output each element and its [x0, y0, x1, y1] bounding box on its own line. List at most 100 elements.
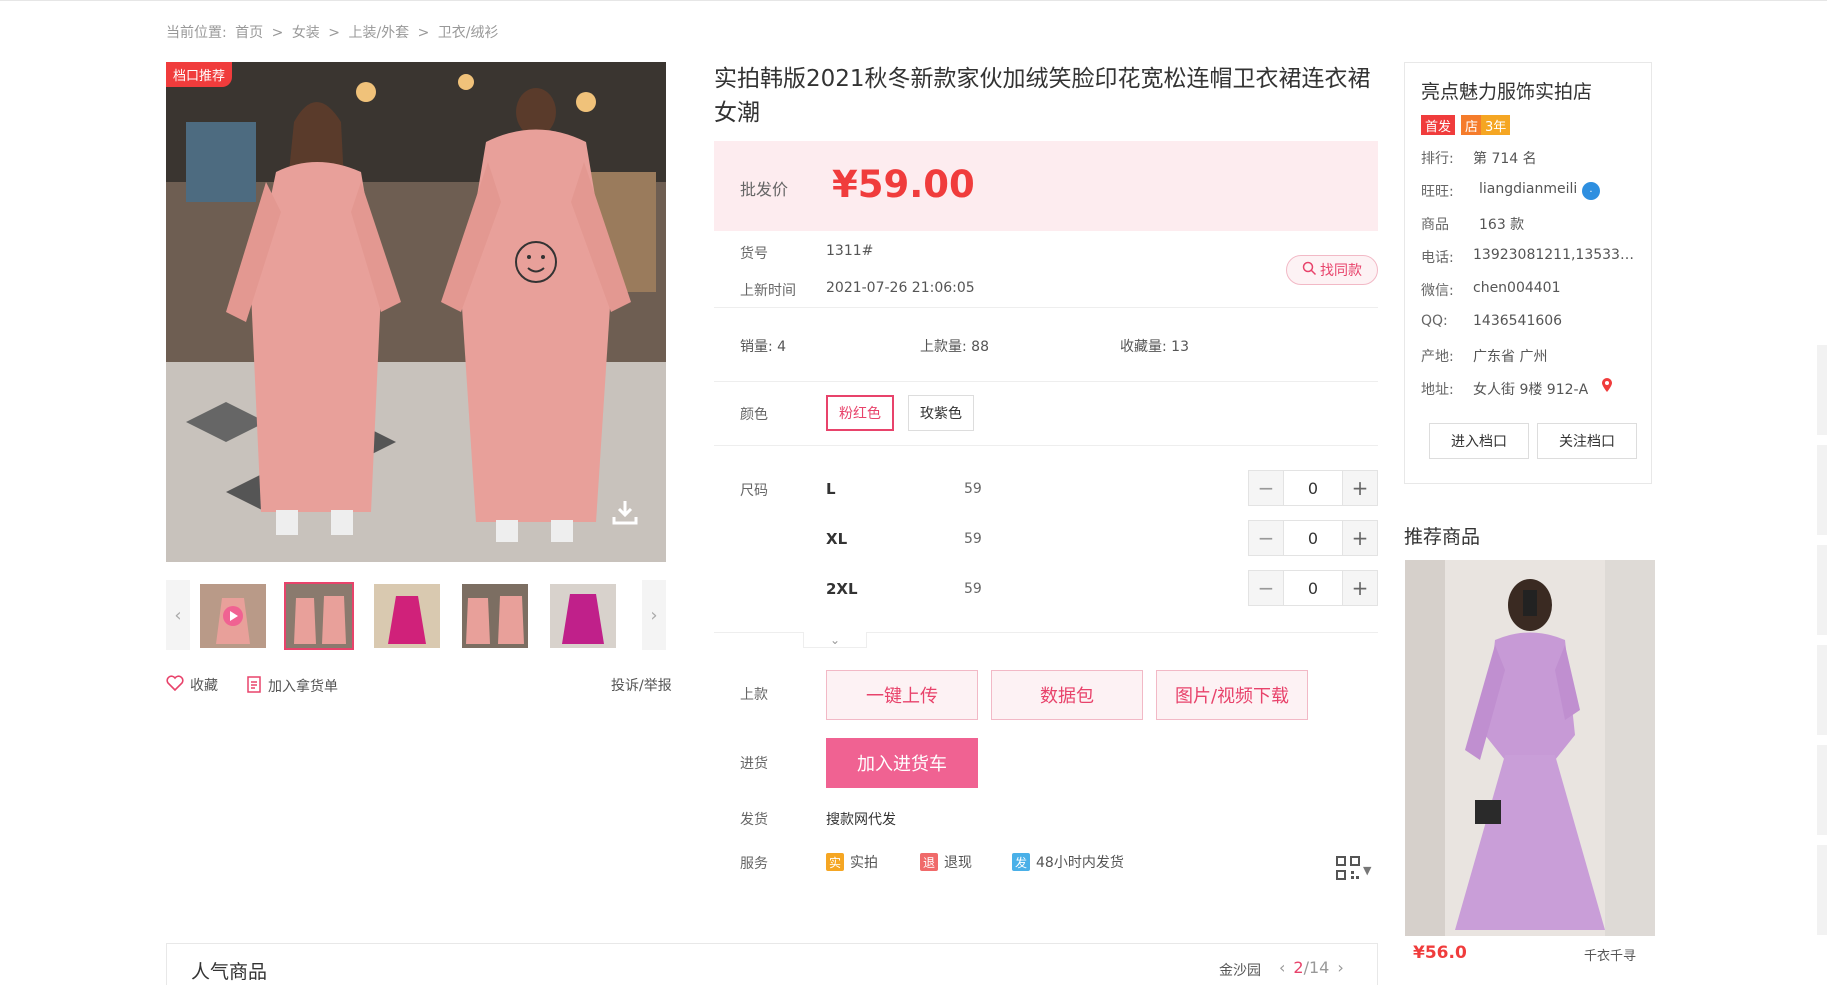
upload-label: 上款	[740, 687, 768, 703]
breadcrumb-home[interactable]: 首页	[235, 25, 263, 41]
purchase-label: 进货	[740, 756, 768, 772]
size-name: 2XL	[826, 580, 858, 598]
price-label: 批发价	[740, 180, 789, 199]
quantity-stepper: − 0 +	[1248, 520, 1378, 556]
download-icon[interactable]	[610, 497, 640, 527]
increment-button[interactable]: +	[1343, 571, 1377, 605]
add-to-cart-button[interactable]: 加入进货车	[826, 738, 978, 788]
favorite-label: 收藏	[190, 678, 218, 694]
side-toolbar	[1815, 345, 1827, 945]
heart-icon	[166, 675, 184, 695]
increment-button[interactable]: +	[1343, 521, 1377, 555]
wechat-label: 微信:	[1421, 283, 1454, 299]
page-current: 2	[1293, 958, 1304, 977]
add-to-list-button[interactable]: 加入拿货单	[246, 675, 338, 697]
divider	[714, 307, 1378, 308]
breadcrumb: 当前位置: 首页 > 女装 > 上装/外套 > 卫衣/绒衫	[166, 22, 503, 42]
thumb-next-button[interactable]: ›	[642, 580, 666, 650]
location-pin-icon[interactable]	[1601, 377, 1613, 397]
breadcrumb-separator: >	[271, 25, 284, 41]
chevron-left-icon: ‹	[174, 604, 182, 626]
ship-value: 搜款网代发	[826, 812, 896, 828]
thumbnail-active[interactable]	[284, 582, 354, 650]
breadcrumb-womens[interactable]: 女装	[292, 25, 320, 41]
popular-location[interactable]: 金沙园	[1219, 960, 1261, 980]
address-label: 地址:	[1421, 382, 1454, 398]
origin-label: 产地:	[1421, 349, 1454, 365]
thumbnail-strip: ‹ ›	[166, 580, 666, 652]
qq-label: QQ:	[1421, 313, 1448, 329]
quantity-value[interactable]: 0	[1283, 571, 1343, 605]
one-click-upload-button[interactable]: 一键上传	[826, 670, 978, 720]
chevron-down-icon: ⌄	[829, 632, 841, 647]
thumbnail[interactable]	[372, 582, 442, 650]
chevron-right-icon: ›	[650, 604, 658, 626]
ship-label: 发货	[740, 812, 768, 828]
follow-store-button[interactable]: 关注档口	[1537, 423, 1637, 459]
quantity-value[interactable]: 0	[1283, 521, 1343, 555]
decrement-button[interactable]: −	[1249, 571, 1283, 605]
products-value: 163 款	[1479, 217, 1525, 233]
expand-sizes-button[interactable]: ⌄	[803, 632, 867, 648]
service-text: 48小时内发货	[1036, 855, 1124, 871]
color-option-pink[interactable]: 粉红色	[826, 395, 894, 431]
decrement-button[interactable]: −	[1249, 471, 1283, 505]
chevron-left-icon[interactable]: ‹	[1279, 958, 1285, 977]
chevron-right-icon[interactable]: ›	[1337, 958, 1343, 977]
thumb-prev-button[interactable]: ‹	[166, 580, 190, 650]
report-link[interactable]: 投诉/举报	[611, 675, 672, 695]
enter-store-button[interactable]: 进入档口	[1429, 423, 1529, 459]
main-product-image[interactable]	[166, 62, 666, 562]
recommend-title: 推荐商品	[1404, 526, 1481, 548]
color-label: 颜色	[740, 407, 768, 423]
years-badge: 3年	[1481, 115, 1511, 135]
shipping-icon: 发	[1012, 853, 1030, 871]
breadcrumb-hoodies[interactable]: 卫衣/绒衫	[438, 25, 499, 41]
media-download-button[interactable]: 图片/视频下载	[1156, 670, 1308, 720]
service-label: 服务	[740, 856, 768, 872]
origin-value: 广东省 广州	[1473, 349, 1548, 365]
color-option-rose-purple[interactable]: 玫紫色	[908, 395, 974, 431]
divider	[714, 381, 1378, 382]
thumbnail[interactable]	[548, 582, 618, 650]
size-label: 尺码	[740, 483, 768, 499]
page-total: /14	[1303, 958, 1330, 977]
chat-icon[interactable]: ·	[1581, 181, 1601, 205]
popular-title: 人气商品	[191, 961, 268, 983]
qq-value: 1436541606	[1473, 313, 1563, 329]
phone-label: 电话:	[1421, 250, 1454, 266]
size-price: 59	[964, 531, 982, 547]
qr-code-button[interactable]: ▼	[1336, 856, 1371, 884]
data-package-button[interactable]: 数据包	[991, 670, 1143, 720]
top-divider	[0, 0, 1827, 1]
rank-label: 排行:	[1421, 151, 1454, 167]
store-name[interactable]: 亮点魅力服饰实拍店	[1421, 77, 1592, 104]
left-actions: 收藏 加入拿货单 投诉/举报	[166, 675, 676, 695]
caret-down-icon: ▼	[1363, 863, 1372, 877]
breadcrumb-separator: >	[417, 25, 430, 41]
quantity-value[interactable]: 0	[1283, 471, 1343, 505]
recommend-shop[interactable]: 千衣千寻	[1584, 945, 1636, 964]
service-item: 实 实拍	[826, 852, 878, 872]
products-label: 商品	[1421, 217, 1449, 233]
sales-count: 销量: 4	[740, 339, 787, 355]
service-text: 退现	[944, 855, 972, 871]
thumbnail[interactable]	[460, 582, 530, 650]
quantity-stepper: − 0 +	[1248, 470, 1378, 506]
decrement-button[interactable]: −	[1249, 521, 1283, 555]
recommend-price: ¥56.0	[1413, 943, 1467, 963]
quantity-stepper: − 0 +	[1248, 570, 1378, 606]
wangwang-value: liangdianmeili	[1479, 181, 1578, 197]
item-no-label: 货号	[740, 246, 768, 262]
size-price: 59	[964, 481, 982, 497]
size-name: XL	[826, 530, 848, 548]
find-similar-button[interactable]: 找同款	[1286, 255, 1378, 285]
divider	[714, 445, 1378, 446]
favorite-button[interactable]: 收藏	[166, 675, 218, 695]
breadcrumb-tops[interactable]: 上装/外套	[348, 25, 409, 41]
search-icon	[1302, 261, 1317, 280]
thumbnail-video[interactable]	[198, 582, 268, 650]
increment-button[interactable]: +	[1343, 471, 1377, 505]
recommended-product-image[interactable]	[1405, 560, 1655, 936]
breadcrumb-separator: >	[328, 25, 340, 41]
